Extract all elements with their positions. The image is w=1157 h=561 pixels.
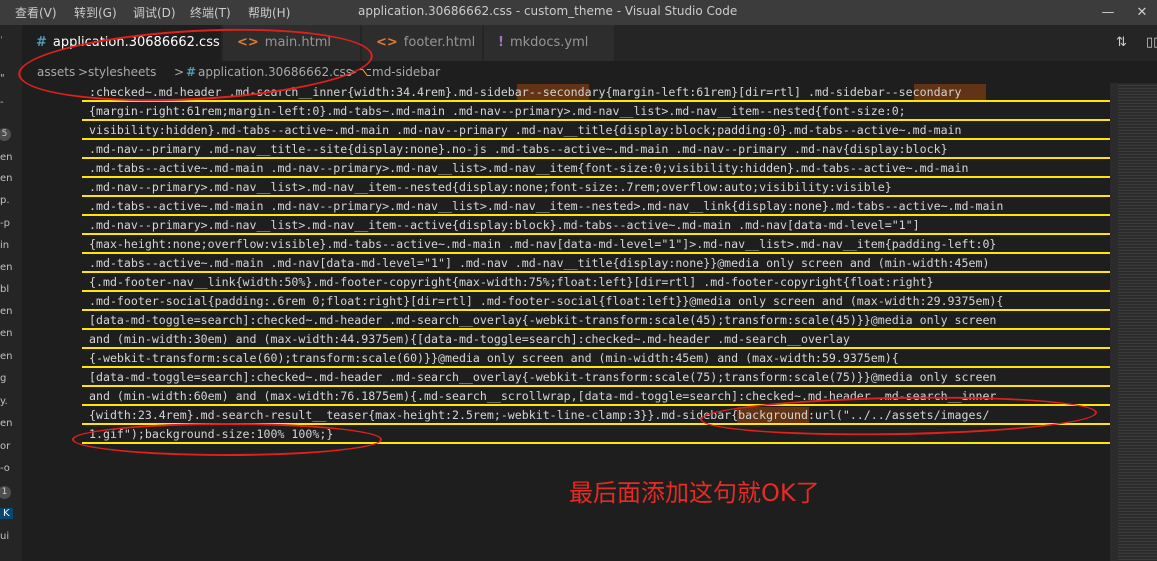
underline-marker: [82, 176, 1112, 178]
menu-go[interactable]: 转到(G): [74, 4, 117, 21]
underline-marker: [82, 119, 1112, 121]
sidebar-badge: 5: [0, 128, 11, 141]
sidebar-item[interactable]: in: [0, 240, 9, 251]
menu-view[interactable]: 查看(V): [15, 4, 57, 21]
sidebar-item[interactable]: -p: [0, 218, 10, 229]
split-editor-icon[interactable]: ▯▯: [1146, 35, 1157, 50]
breadcrumb-item-symbol[interactable]: md-sidebar: [372, 61, 440, 83]
sidebar-item[interactable]: ': [0, 35, 3, 46]
title-bar: 查看(V) 转到(G) 调试(D) 终端(T) 帮助(H) applicatio…: [0, 0, 1157, 25]
underline-marker: [82, 347, 1112, 349]
underline-marker: [82, 271, 1112, 273]
underline-marker: [82, 366, 1112, 368]
sidebar-item[interactable]: -: [0, 97, 4, 108]
underline-marker: [82, 328, 1112, 330]
sidebar-item[interactable]: en: [0, 328, 13, 339]
sidebar-item[interactable]: ui: [0, 531, 9, 542]
menu-help[interactable]: 帮助(H): [248, 4, 290, 21]
underline-marker: [82, 290, 1112, 292]
sidebar-item[interactable]: ": [0, 73, 5, 84]
underline-marker: [82, 233, 1112, 235]
sidebar-item[interactable]: en: [0, 152, 13, 163]
html-file-icon: <>: [376, 35, 398, 50]
underline-marker: [82, 309, 1112, 311]
sidebar-item[interactable]: -o: [0, 463, 10, 474]
menu-debug[interactable]: 调试(D): [133, 4, 176, 21]
minimize-button[interactable]: —: [1093, 0, 1123, 25]
sidebar-item[interactable]: y.: [0, 396, 8, 407]
editor-scrollbar[interactable]: [1110, 83, 1118, 561]
sidebar-item[interactable]: en: [0, 418, 13, 429]
underline-marker: [82, 214, 1112, 216]
yaml-file-icon: !: [498, 35, 504, 50]
tab-label: footer.html: [403, 35, 476, 50]
compare-changes-icon[interactable]: ⇅: [1116, 35, 1127, 50]
sidebar-item[interactable]: en: [0, 351, 13, 362]
menu-terminal[interactable]: 终端(T): [190, 4, 231, 21]
sidebar-item[interactable]: en: [0, 306, 13, 317]
sidebar-item[interactable]: g: [0, 373, 6, 384]
sidebar-item[interactable]: en: [0, 262, 13, 273]
underline-marker: [82, 100, 1112, 102]
sidebar-item[interactable]: or: [0, 441, 10, 452]
close-window-button[interactable]: ✕: [1127, 0, 1157, 25]
underline-marker: [82, 157, 1112, 159]
sidebar-item[interactable]: bl: [0, 284, 9, 295]
minimap[interactable]: [1118, 83, 1157, 561]
annotation-ellipse-code: [72, 423, 382, 456]
underline-marker: [82, 385, 1112, 387]
sidebar-item-selected[interactable]: K: [0, 508, 13, 519]
explorer-sidebar: ' " - 5 en en p. -p in en bl en en en g …: [0, 25, 22, 561]
annotation-note: 最后面添加这句就OK了: [569, 479, 820, 507]
underline-marker: [82, 252, 1112, 254]
tab-label: mkdocs.yml: [509, 35, 589, 50]
sidebar-badge: 1: [0, 486, 11, 499]
window-title: application.30686662.css - custom_theme …: [358, 4, 738, 18]
sidebar-item[interactable]: p.: [0, 195, 10, 206]
tab-footer-html[interactable]: <> footer.html: [362, 25, 482, 61]
sidebar-item[interactable]: en: [0, 173, 13, 184]
tab-mkdocs-yml[interactable]: ! mkdocs.yml: [484, 25, 614, 61]
underline-marker: [82, 138, 1112, 140]
underline-marker: [82, 195, 1112, 197]
